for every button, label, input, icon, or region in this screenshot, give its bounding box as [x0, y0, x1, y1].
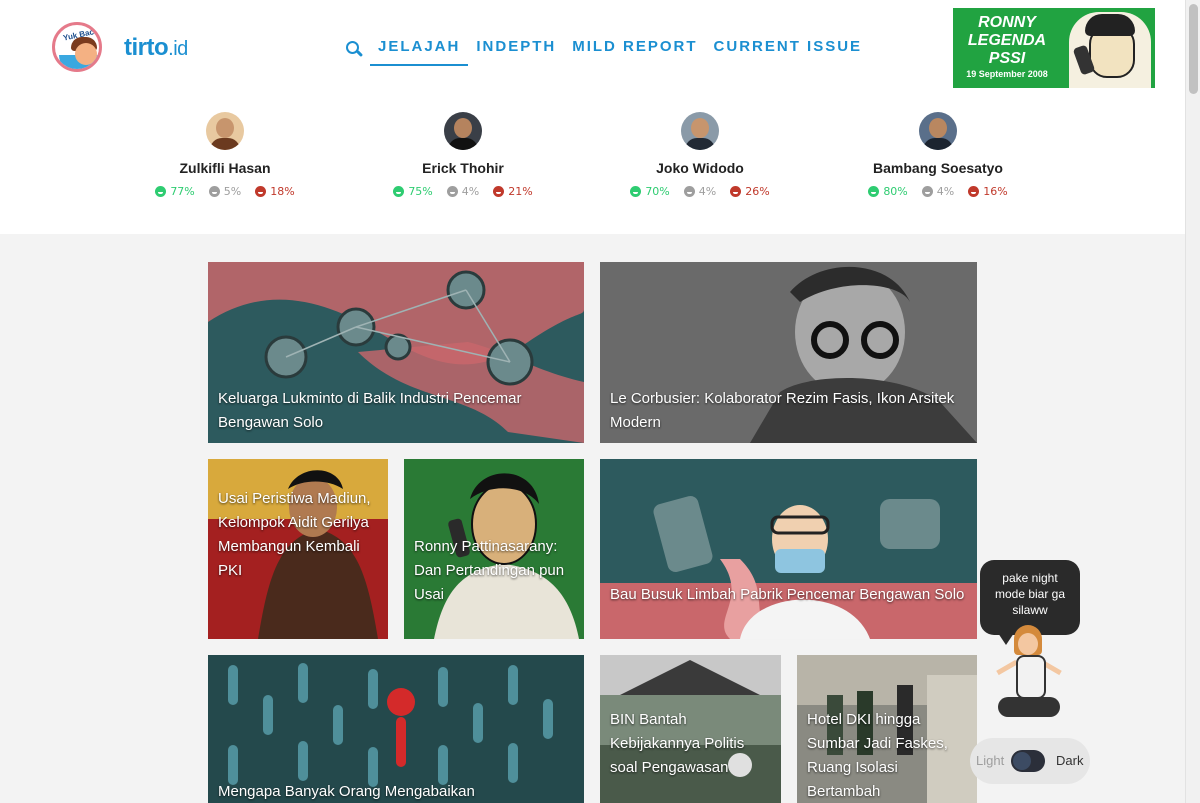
negative-value: 18% [270, 185, 295, 198]
smile-icon [868, 186, 880, 197]
ad-banner[interactable]: RONNY LEGENDA PSSI 19 September 2008 [953, 8, 1155, 88]
sentiment-stats: 75% 4% 21% [363, 185, 563, 198]
article-title: Hotel DKI hingga Sumbar Jadi Faskes, Rua… [807, 711, 948, 800]
avatar [681, 112, 719, 150]
avatar [919, 112, 957, 150]
header: Yuk Baca tirto.id JELAJAH INDEPTH MILD R… [0, 0, 1185, 234]
neutral-face-icon [683, 186, 695, 197]
sentiment-stats: 80% 4% 16% [838, 185, 1038, 198]
article-card[interactable]: Hotel DKI hingga Sumbar Jadi Faskes, Rua… [797, 655, 977, 803]
positive-value: 70% [645, 185, 670, 198]
ad-line2: LEGENDA [967, 32, 1047, 49]
negative-value: 16% [983, 185, 1008, 198]
yuk-baca-logo[interactable]: Yuk Baca [52, 22, 102, 72]
night-mode-tip: pake night mode biar ga silaww [980, 560, 1080, 645]
article-card[interactable]: Le Corbusier: Kolaborator Rezim Fasis, I… [600, 262, 977, 443]
person-card[interactable]: Joko Widodo 70% 4% 26% [600, 112, 800, 198]
article-title: Keluarga Lukminto di Balik Industri Penc… [218, 390, 522, 431]
ad-date: 19 September 2008 [966, 69, 1048, 79]
person-card[interactable]: Bambang Soesatyo 80% 4% 16% [838, 112, 1038, 198]
article-illustration [600, 459, 977, 639]
article-title: Ronny Pattinasarany: Dan Pertandingan pu… [414, 538, 565, 603]
positive-value: 77% [170, 185, 195, 198]
site-logo[interactable]: tirto.id [124, 34, 188, 62]
article-title: Mengapa Banyak Orang Mengabaikan [218, 783, 475, 800]
sentiment-stats: 77% 5% 18% [125, 185, 325, 198]
person-name: Erick Thohir [422, 160, 504, 176]
brand-suffix: .id [168, 38, 188, 60]
article-title: Usai Peristiwa Madiun, Kelompok Aidit Ge… [218, 490, 371, 579]
frown-icon [255, 186, 267, 197]
neutral-face-icon [208, 186, 220, 197]
switch-knob [1013, 752, 1031, 770]
neutral-value: 5% [223, 185, 242, 198]
article-card[interactable]: Keluarga Lukminto di Balik Industri Penc… [208, 262, 584, 443]
smile-icon [630, 186, 642, 197]
article-card[interactable]: Mengapa Banyak Orang Mengabaikan [208, 655, 584, 803]
nav-item-indepth[interactable]: INDEPTH [468, 34, 564, 66]
neutral-face-icon [921, 186, 933, 197]
page-scrollbar[interactable] [1185, 0, 1200, 803]
mascot-illustration [990, 625, 1070, 727]
article-card[interactable]: Usai Peristiwa Madiun, Kelompok Aidit Ge… [208, 459, 388, 639]
nav-item-jelajah[interactable]: JELAJAH [370, 34, 469, 66]
person-card[interactable]: Zulkifli Hasan 77% 5% 18% [125, 112, 325, 198]
avatar [206, 112, 244, 150]
neutral-value: 4% [461, 185, 480, 198]
dark-label: Dark [1056, 753, 1084, 768]
article-card[interactable]: Ronny Pattinasarany: Dan Pertandingan pu… [404, 459, 584, 639]
sentiment-panel: Zulkifli Hasan 77% 5% 18% Erick Thohir 7… [0, 112, 1185, 212]
person-name: Zulkifli Hasan [179, 160, 271, 176]
article-card[interactable]: Bau Busuk Limbah Pabrik Pencemar Bengawa… [600, 459, 977, 639]
sentiment-stats: 70% 4% 26% [600, 185, 800, 198]
person-name: Bambang Soesatyo [873, 160, 1003, 176]
theme-toggle: Light Dark [970, 738, 1090, 784]
brand-name: tirto [124, 34, 169, 61]
nav-item-current-issue[interactable]: CURRENT ISSUE [706, 34, 871, 66]
person-name: Joko Widodo [656, 160, 744, 176]
positive-value: 75% [408, 185, 433, 198]
frown-icon [968, 186, 980, 197]
frown-icon [493, 186, 505, 197]
negative-value: 21% [508, 185, 533, 198]
theme-switch[interactable] [1011, 750, 1045, 772]
positive-value: 80% [883, 185, 908, 198]
article-title: BIN Bantah Kebijakannya Politis soal Pen… [610, 711, 745, 776]
nav-item-mild-report[interactable]: MILD REPORT [564, 34, 705, 66]
light-label: Light [976, 753, 1005, 768]
article-title: Bau Busuk Limbah Pabrik Pencemar Bengawa… [610, 586, 965, 603]
person-card[interactable]: Erick Thohir 75% 4% 21% [363, 112, 563, 198]
ad-line3: PSSI [988, 50, 1026, 67]
smile-icon [155, 186, 167, 197]
article-title: Le Corbusier: Kolaborator Rezim Fasis, I… [610, 390, 955, 431]
main-nav: JELAJAH INDEPTH MILD REPORT CURRENT ISSU… [340, 34, 870, 70]
negative-value: 26% [745, 185, 770, 198]
scrollbar-thumb[interactable] [1189, 4, 1198, 94]
neutral-value: 4% [936, 185, 955, 198]
article-card[interactable]: BIN Bantah Kebijakannya Politis soal Pen… [600, 655, 781, 803]
avatar [444, 112, 482, 150]
search-icon[interactable] [340, 34, 364, 62]
neutral-value: 4% [698, 185, 717, 198]
ad-line1: RONNY [978, 14, 1036, 31]
smile-icon [393, 186, 405, 197]
neutral-face-icon [446, 186, 458, 197]
ad-portrait [1069, 12, 1151, 88]
frown-icon [730, 186, 742, 197]
